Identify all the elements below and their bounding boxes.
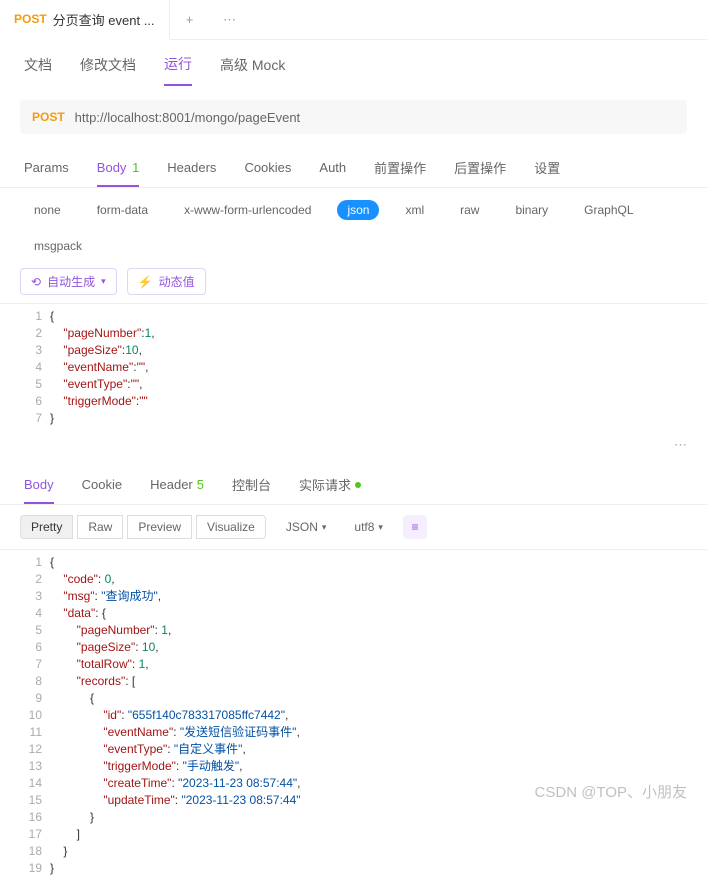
format-icon[interactable]: ≡ xyxy=(403,515,427,539)
add-tab-button[interactable]: + xyxy=(170,0,210,40)
more-icon[interactable]: ⋯ xyxy=(674,437,687,453)
tab-title: 分页查询 event ... xyxy=(53,10,155,29)
tab-edit-doc[interactable]: 修改文档 xyxy=(80,55,136,85)
bodytype-urlenc[interactable]: x-www-form-urlencoded xyxy=(174,200,321,220)
bodytype-xml[interactable]: xml xyxy=(395,200,434,220)
bolt-icon: ⚡ xyxy=(138,275,153,289)
tab-active[interactable]: POST 分页查询 event ... xyxy=(0,0,170,40)
doc-tabs: 文档 修改文档 运行 高级 Mock xyxy=(0,40,707,86)
response-format-bar: Pretty Raw Preview Visualize JSON▾ utf8▾… xyxy=(0,505,707,549)
fmt-visualize[interactable]: Visualize xyxy=(196,515,266,539)
tab-bar: POST 分页查询 event ... + ⋯ xyxy=(0,0,707,40)
chevron-down-icon: ▾ xyxy=(378,522,383,533)
request-gutter: 1234567 xyxy=(0,304,50,431)
response-tabs: Body Cookie Header 5 控制台 实际请求 xyxy=(0,465,707,505)
tab-settings[interactable]: 设置 xyxy=(534,148,560,187)
fmt-pretty[interactable]: Pretty xyxy=(20,515,73,539)
fmt-encoding-select[interactable]: utf8▾ xyxy=(346,516,391,538)
request-url: http://localhost:8001/mongo/pageEvent xyxy=(75,110,301,125)
chevron-down-icon: ▾ xyxy=(101,276,106,287)
tab-params[interactable]: Params xyxy=(24,150,69,185)
fmt-raw[interactable]: Raw xyxy=(77,515,123,539)
tab-post[interactable]: 后置操作 xyxy=(454,148,506,187)
fmt-json-select[interactable]: JSON▾ xyxy=(278,516,335,538)
request-body-editor[interactable]: 1234567 { "pageNumber":1, "pageSize":10,… xyxy=(0,303,707,431)
resp-tab-cookie[interactable]: Cookie xyxy=(82,467,122,502)
tab-auth[interactable]: Auth xyxy=(319,150,346,185)
bodytype-msgpack[interactable]: msgpack xyxy=(24,236,92,256)
body-types: none form-data x-www-form-urlencoded jso… xyxy=(0,188,707,268)
request-code: { "pageNumber":1, "pageSize":10, "eventN… xyxy=(50,304,707,431)
response-code: { "code": 0, "msg": "查询成功", "data": { "p… xyxy=(50,550,707,881)
resp-tab-body[interactable]: Body xyxy=(24,467,54,504)
sync-icon: ⟲ xyxy=(31,275,41,289)
bodytype-raw[interactable]: raw xyxy=(450,200,489,220)
response-body-viewer[interactable]: 12345678910111213141516171819 { "code": … xyxy=(0,549,707,881)
bodytype-form[interactable]: form-data xyxy=(87,200,158,220)
tab-cookies[interactable]: Cookies xyxy=(244,150,291,185)
tab-mock[interactable]: 高级 Mock xyxy=(220,55,285,85)
resp-tab-actual[interactable]: 实际请求 xyxy=(299,465,361,504)
tab-run[interactable]: 运行 xyxy=(164,54,192,86)
tab-doc[interactable]: 文档 xyxy=(24,55,52,85)
request-tabs: Params Body 1 Headers Cookies Auth 前置操作 … xyxy=(0,148,707,188)
tab-pre[interactable]: 前置操作 xyxy=(374,148,426,187)
tab-headers[interactable]: Headers xyxy=(167,150,216,185)
response-separator: ⋯ xyxy=(0,431,707,459)
method-badge: POST xyxy=(14,12,47,26)
bodytype-none[interactable]: none xyxy=(24,200,71,220)
bodytype-binary[interactable]: binary xyxy=(505,200,558,220)
response-gutter: 12345678910111213141516171819 xyxy=(0,550,50,881)
tab-body[interactable]: Body 1 xyxy=(97,150,140,187)
resp-tab-console[interactable]: 控制台 xyxy=(232,465,271,504)
url-bar[interactable]: POST http://localhost:8001/mongo/pageEve… xyxy=(20,100,687,134)
tab-more-button[interactable]: ⋯ xyxy=(210,0,250,40)
bodytype-graphql[interactable]: GraphQL xyxy=(574,200,643,220)
request-method: POST xyxy=(32,110,65,124)
resp-tab-header[interactable]: Header 5 xyxy=(150,467,204,502)
fmt-preview[interactable]: Preview xyxy=(127,515,192,539)
status-dot-icon xyxy=(355,482,361,488)
chevron-down-icon: ▾ xyxy=(322,522,327,533)
bodytype-json[interactable]: json xyxy=(337,200,379,220)
auto-generate-button[interactable]: ⟲ 自动生成 ▾ xyxy=(20,268,117,295)
body-toolbar: ⟲ 自动生成 ▾ ⚡ 动态值 xyxy=(0,268,707,303)
dynamic-value-button[interactable]: ⚡ 动态值 xyxy=(127,268,206,295)
